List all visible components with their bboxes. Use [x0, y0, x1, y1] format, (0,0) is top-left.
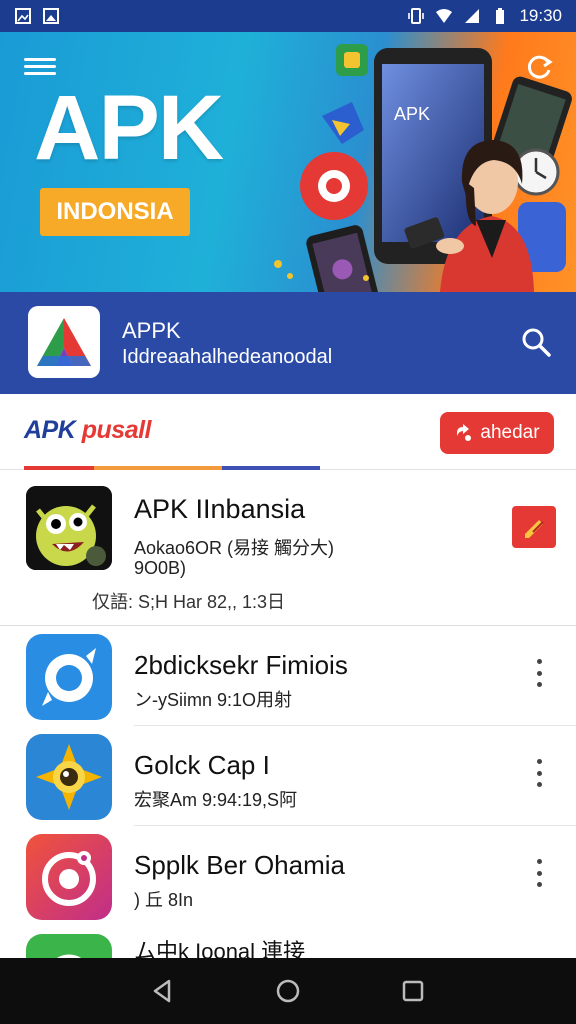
- share-icon: [457, 424, 472, 441]
- header-action-label: ahedar: [480, 422, 540, 443]
- phone-screen: 19:30 APK INDONSIA APK APPK Iddreaahalhe…: [0, 0, 576, 1024]
- recents-icon[interactable]: [399, 977, 427, 1005]
- battery-icon: [496, 8, 505, 24]
- brand-logo[interactable]: APK pusall: [24, 416, 151, 445]
- list-item[interactable]: Golck Cap I 宏聚Am 9:94:19,S阿: [0, 726, 576, 826]
- featured-app-icon[interactable]: [26, 486, 112, 570]
- brand-part1: APK: [24, 416, 76, 444]
- monster-icon: [26, 486, 112, 570]
- featured-size: 9O0B): [134, 558, 187, 578]
- list-item-subtitle: ン-ySiimn 9:1O用射: [134, 690, 293, 710]
- image-notification-icon: [43, 8, 59, 24]
- status-left: [14, 7, 60, 25]
- more-options-icon[interactable]: [528, 856, 550, 890]
- face-icon: [42, 851, 96, 906]
- signal-icon: [465, 9, 480, 23]
- status-time: 19:30: [519, 6, 562, 25]
- swirl-icon: [42, 648, 96, 706]
- more-options-icon[interactable]: [528, 656, 550, 690]
- navigation-bar: [0, 958, 576, 1024]
- search-icon[interactable]: [520, 326, 552, 358]
- menu-icon-line: [24, 65, 56, 68]
- featured-item[interactable]: APK IInbansia Aokao6OR (易接 觸分大) 9O0B) 仅語…: [0, 470, 576, 626]
- list-item-title: Spplk Ber Ohamia: [134, 850, 345, 880]
- banner-badge: INDONSIA: [40, 188, 190, 236]
- menu-icon-line: [24, 72, 56, 75]
- gallery-notification-icon: [15, 8, 31, 24]
- home-icon[interactable]: [274, 977, 302, 1005]
- edit-icon: [525, 520, 544, 538]
- list-item-icon: [26, 834, 112, 920]
- wifi-icon: [436, 9, 453, 23]
- featured-download-button[interactable]: [512, 506, 556, 548]
- triangle-logo-icon: [37, 318, 91, 366]
- list-item[interactable]: ム中k Ioonal 連接: [0, 926, 576, 958]
- featured-subtitle: Aokao6OR (易接 觸分大): [134, 538, 335, 558]
- list-item-icon: [26, 934, 112, 958]
- list-item-title: 2bdicksekr Fimiois: [134, 650, 348, 680]
- list-item[interactable]: 2bdicksekr Fimiois ン-ySiimn 9:1O用射: [0, 626, 576, 726]
- list-item[interactable]: Spplk Ber Ohamia ) 丘 8In: [0, 826, 576, 926]
- green-app-icon: [57, 954, 81, 958]
- app-tagline: Iddreaahalhedeanoodal: [122, 346, 333, 368]
- hero-banner[interactable]: APK INDONSIA APK: [0, 32, 576, 292]
- menu-icon-line: [24, 58, 56, 61]
- banner-title: APK: [34, 77, 224, 179]
- sun-eye-icon: [36, 744, 102, 810]
- app-name: APPK: [122, 318, 181, 343]
- refresh-icon[interactable]: [524, 52, 554, 82]
- list-item-title: Golck Cap I: [134, 750, 270, 780]
- vibrate-icon: [408, 8, 425, 24]
- list-item-icon: [26, 734, 112, 820]
- phone-screen-text: APK: [394, 104, 430, 124]
- list-item-icon: [26, 634, 112, 720]
- featured-title: APK IInbansia: [134, 494, 306, 524]
- featured-meta: 仅語: S;H Har 82,, 1:3日: [92, 592, 286, 612]
- header-action-button[interactable]: ahedar: [440, 412, 554, 454]
- app-header: APPK Iddreaahalhedeanoodal: [0, 292, 576, 394]
- app-list: 2bdicksekr Fimiois ン-ySiimn 9:1O用射 Golck…: [0, 626, 576, 958]
- status-right: 19:30: [407, 6, 562, 26]
- list-item-subtitle: 宏聚Am 9:94:19,S阿: [134, 790, 298, 810]
- back-icon[interactable]: [149, 977, 177, 1005]
- app-logo[interactable]: [28, 306, 100, 378]
- list-item-title: ム中k Ioonal 連接: [134, 939, 306, 958]
- more-options-icon[interactable]: [528, 756, 550, 790]
- list-item-subtitle: ) 丘 8In: [134, 890, 194, 910]
- status-bar: 19:30: [0, 0, 576, 32]
- sub-header: APK pusall ahedar: [0, 394, 576, 470]
- brand-part2: pusall: [75, 416, 152, 444]
